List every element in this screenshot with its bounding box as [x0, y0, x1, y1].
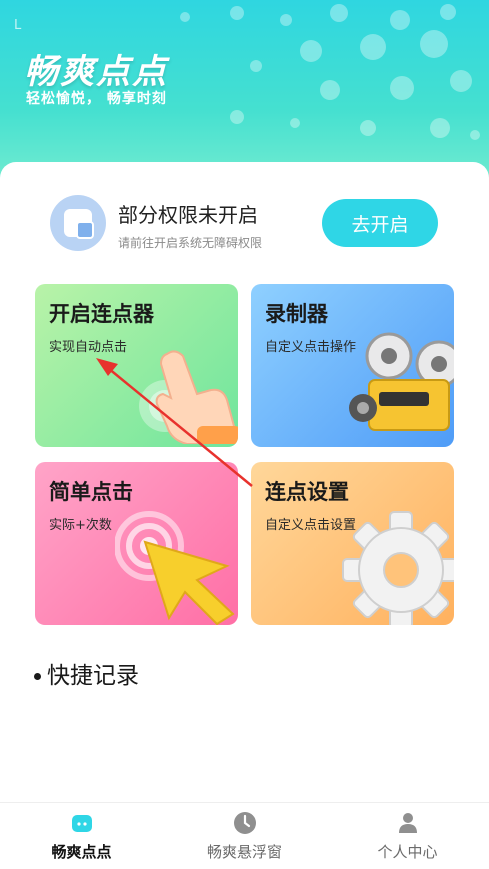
tab-label: 畅爽悬浮窗: [206, 843, 282, 861]
hand-tap-icon: [139, 350, 238, 444]
enable-permission-button[interactable]: 去开启: [322, 199, 438, 247]
app-title: 畅爽点点: [24, 52, 168, 92]
tile-recorder[interactable]: 录制器 自定义点击操作: [251, 284, 454, 447]
quick-records-heading: 快捷记录: [34, 656, 139, 690]
film-projector-icon: [349, 332, 454, 431]
status-mark: L: [14, 18, 22, 33]
permission-title: 部分权限未开启: [118, 203, 258, 227]
tile-start-clicker[interactable]: 开启连点器 实现自动点击: [35, 284, 238, 447]
tile-subtitle: 实现自动点击: [49, 340, 128, 355]
tab-home[interactable]: 畅爽点点: [0, 803, 163, 869]
app-slogan: 轻松愉悦， 畅享时刻: [26, 91, 167, 107]
section-title-text: 快捷记录: [47, 663, 139, 689]
tile-title: 连点设置: [265, 480, 349, 504]
tab-label: 畅爽点点: [51, 843, 112, 861]
clock-icon: [233, 812, 256, 834]
permission-subtitle: 请前往开启系统无障碍权限: [118, 236, 263, 250]
tab-label: 个人中心: [377, 843, 438, 861]
bottom-tab-bar: 畅爽点点 畅爽悬浮窗 个人中心: [0, 802, 489, 869]
tab-floating-window[interactable]: 畅爽悬浮窗: [163, 803, 326, 869]
tile-title: 简单点击: [49, 480, 133, 504]
tile-clicker-settings[interactable]: 连点设置 自定义点击设置: [251, 462, 454, 625]
person-icon: [398, 813, 417, 833]
tab-profile[interactable]: 个人中心: [326, 803, 489, 869]
gear-icon: [342, 511, 454, 625]
home-icon: [71, 815, 92, 832]
cursor-arrow-icon: [115, 511, 235, 625]
permission-icon: [50, 195, 106, 251]
tile-subtitle: 实际+次数: [49, 518, 112, 533]
tile-subtitle: 自定义点击操作: [265, 340, 357, 355]
tile-simple-click[interactable]: 简单点击 实际+次数: [35, 462, 238, 625]
tile-title: 录制器: [265, 302, 328, 326]
tile-title: 开启连点器: [49, 302, 154, 326]
bullet-icon: [34, 673, 41, 680]
